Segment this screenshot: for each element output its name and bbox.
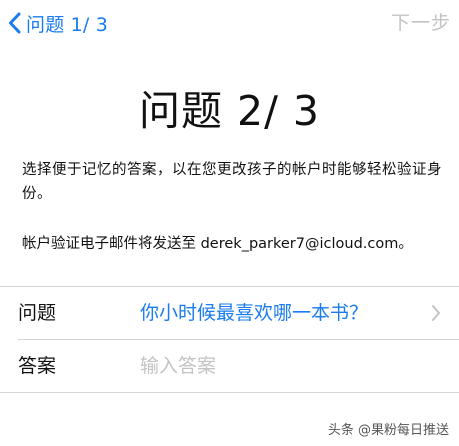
- page-title: 问题 2/ 3: [138, 87, 321, 135]
- chevron-left-icon: [8, 12, 21, 34]
- next-button[interactable]: 下一步: [391, 8, 451, 38]
- question-label: 问题: [18, 302, 57, 324]
- watermark: 头条 @果粉每日推送: [327, 423, 449, 438]
- section-divider-bottom: [0, 392, 459, 393]
- description-text: 选择便于记忆的答案，以在您更改孩子的帐户时能够轻松验证身份。: [22, 162, 442, 202]
- back-button[interactable]: 问题 1/ 3: [8, 8, 108, 38]
- navigation-bar: 问题 1/ 3 下一步: [0, 0, 459, 46]
- answer-label: 答案: [18, 355, 57, 377]
- question-row[interactable]: 问题 你小时候最喜欢哪一本书？: [0, 287, 459, 339]
- question-value[interactable]: 你小时候最喜欢哪一本书？: [140, 287, 368, 339]
- answer-row: 答案: [0, 340, 459, 392]
- email-note-text: 帐户验证电子邮件将发送至 derek_parker7@icloud.com。: [22, 236, 413, 252]
- back-button-label: 问题 1/ 3: [26, 13, 109, 36]
- chevron-right-icon: [431, 304, 441, 326]
- answer-input[interactable]: [140, 351, 430, 381]
